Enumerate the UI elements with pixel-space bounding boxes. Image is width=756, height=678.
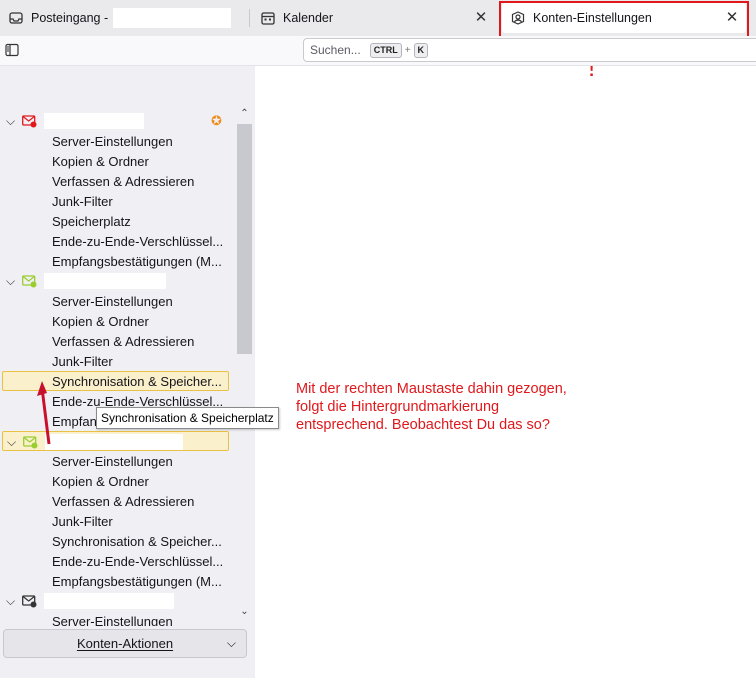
- account-setting-item[interactable]: Speicherplatz: [0, 212, 236, 232]
- scroll-down-icon[interactable]: ⌄: [239, 606, 250, 617]
- account-setting-item[interactable]: Server-Einstellungen: [0, 132, 236, 152]
- shortcut-key-k: K: [413, 42, 429, 58]
- account-setting-item[interactable]: Synchronisation & Speicher...: [0, 532, 236, 552]
- tab-inbox[interactable]: Posteingang -: [0, 3, 245, 33]
- account-setting-item[interactable]: Ende-zu-Ende-Verschlüssel...: [0, 232, 236, 252]
- account-setting-item[interactable]: Server-Einstellungen: [0, 612, 236, 626]
- account-row-highlighted[interactable]: ⌵: [2, 431, 229, 451]
- account-setting-item-highlighted[interactable]: Synchronisation & Speicher...: [2, 371, 229, 391]
- account-row[interactable]: ⌵: [0, 271, 236, 291]
- account-tree: ⌵ ✪ Server-Einstellungen Kopien & Ordner…: [0, 66, 236, 626]
- redacted-account-name: [44, 593, 174, 609]
- account-setting-item[interactable]: Junk-Filter: [0, 192, 236, 212]
- account-actions-button[interactable]: Konten-Aktionen ⌵: [3, 629, 247, 658]
- tab-calendar[interactable]: Kalender ✕: [252, 3, 495, 33]
- mail-account-icon: [22, 594, 37, 608]
- account-setting-item[interactable]: Server-Einstellungen: [0, 292, 236, 312]
- annotation-note: Mit der rechten Maustaste dahin gezogen,…: [296, 381, 567, 433]
- folder-pane-toggle-icon[interactable]: [5, 43, 19, 57]
- account-actions-label: Konten-Aktionen: [76, 636, 174, 651]
- toolbar: Suchen... CTRL + K: [0, 36, 756, 66]
- account-sidebar: ⌵ ✪ Server-Einstellungen Kopien & Ordner…: [0, 66, 255, 678]
- scroll-up-icon[interactable]: ⌃: [239, 108, 250, 119]
- redacted-account-name: [45, 434, 183, 450]
- account-setting-item[interactable]: Verfassen & Adressieren: [0, 172, 236, 192]
- redacted-account-name: [44, 113, 144, 129]
- account-setting-item[interactable]: Junk-Filter: [0, 352, 236, 372]
- tab-label: Kalender: [283, 11, 334, 25]
- chevron-down-icon[interactable]: ⌵: [7, 432, 19, 452]
- account-setting-item[interactable]: Verfassen & Adressieren: [0, 492, 236, 512]
- account-setting-item[interactable]: Empfangsbestätigungen (M...: [0, 572, 236, 592]
- search-placeholder: Suchen...: [310, 43, 361, 57]
- scrollbar-thumb[interactable]: [237, 124, 252, 354]
- mail-account-icon: [22, 274, 37, 288]
- account-setting-item[interactable]: Verfassen & Adressieren: [0, 332, 236, 352]
- account-row[interactable]: ⌵ ✪: [0, 111, 236, 131]
- account-setting-item[interactable]: Junk-Filter: [0, 512, 236, 532]
- annotation-highlight-box: [499, 1, 749, 41]
- account-setting-item[interactable]: Server-Einstellungen: [0, 452, 236, 472]
- tooltip: Synchronisation & Speicherplatz: [96, 407, 279, 429]
- chevron-down-icon[interactable]: ⌵: [6, 111, 18, 131]
- chevron-down-icon[interactable]: ⌵: [6, 591, 18, 611]
- default-account-star-icon: ✪: [211, 113, 222, 128]
- close-icon[interactable]: ✕: [473, 10, 489, 26]
- tab-divider: [249, 9, 250, 27]
- account-setting-item[interactable]: Ende-zu-Ende-Verschlüssel...: [0, 552, 236, 572]
- sidebar-scrollbar[interactable]: ⌃ ⌄: [236, 106, 253, 626]
- account-setting-item[interactable]: Kopien & Ordner: [0, 152, 236, 172]
- shortcut-key-ctrl: CTRL: [369, 42, 402, 58]
- tab-label: Posteingang -: [31, 11, 109, 25]
- shortcut-plus: +: [404, 44, 411, 56]
- mail-account-icon: [22, 114, 37, 128]
- mail-account-icon: [23, 435, 38, 449]
- account-setting-item[interactable]: Kopien & Ordner: [0, 472, 236, 492]
- account-setting-item[interactable]: Empfangsbestätigungen (M...: [0, 252, 236, 272]
- chevron-down-icon: ⌵: [226, 636, 236, 650]
- redacted-account-name: [113, 8, 232, 28]
- search-field[interactable]: Suchen... CTRL + K: [303, 38, 756, 62]
- account-row[interactable]: ⌵: [0, 591, 236, 611]
- redacted-account-name: [44, 273, 166, 289]
- chevron-down-icon[interactable]: ⌵: [6, 271, 18, 291]
- calendar-icon: [260, 10, 276, 26]
- inbox-icon: [8, 10, 24, 26]
- account-setting-item[interactable]: Kopien & Ordner: [0, 312, 236, 332]
